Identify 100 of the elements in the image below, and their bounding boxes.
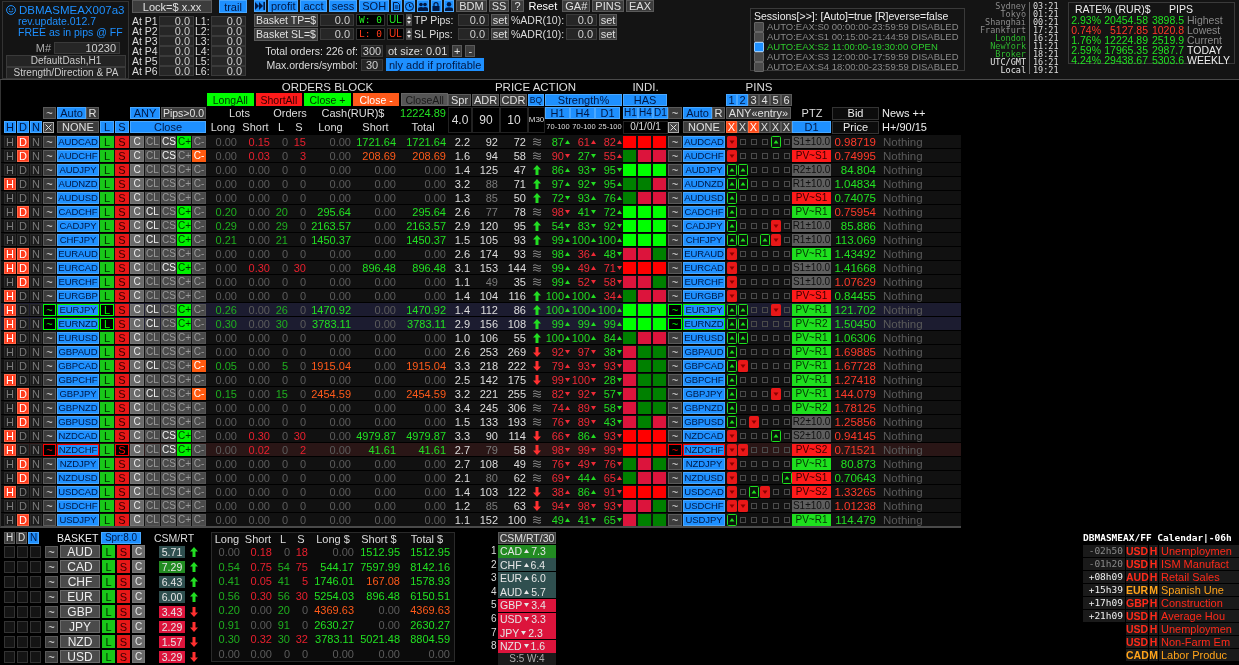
close-loss-button[interactable]: C- (192, 471, 206, 484)
chart-toggle[interactable]: ~ (43, 345, 56, 358)
close-loss-button[interactable]: C- (192, 275, 206, 288)
filter-toggle[interactable]: N (30, 429, 42, 442)
toolbar-button[interactable] (443, 0, 455, 12)
filter-toggle[interactable]: N (30, 401, 42, 414)
filter-toggle[interactable]: D (17, 373, 29, 386)
close-pair-button[interactable]: C (130, 275, 144, 288)
timeframe-button[interactable]: H4 (638, 107, 653, 119)
close-short-button[interactable]: CS (161, 303, 176, 316)
chart-toggle[interactable]: ~ (43, 149, 56, 162)
checkbox[interactable] (30, 590, 41, 603)
buy-button[interactable]: L (102, 605, 115, 618)
buy-button[interactable]: L (100, 485, 114, 498)
currency-button[interactable]: AUD (60, 545, 100, 558)
toolbar-button[interactable] (391, 0, 402, 12)
filter-toggle[interactable]: N (30, 345, 42, 358)
close-loss-button[interactable]: C- (192, 163, 206, 176)
chart-toggle[interactable]: ~ (668, 345, 682, 358)
max-orders-field[interactable]: 300 (361, 44, 383, 57)
close-loss-button[interactable]: C- (192, 345, 206, 358)
sell-button[interactable]: S (115, 443, 129, 456)
checkbox[interactable] (17, 545, 28, 558)
close-loss-button[interactable]: C- (192, 233, 206, 246)
close-loss-button[interactable]: C- (192, 415, 206, 428)
toolbar-button[interactable] (254, 0, 266, 12)
symbol-button[interactable]: USDJPY (57, 513, 99, 526)
filter-toggle[interactable]: D (17, 471, 29, 484)
checkbox[interactable] (4, 650, 15, 663)
close-short-button[interactable]: CS (161, 485, 176, 498)
close-short-button[interactable]: CS (161, 373, 176, 386)
close-short-button[interactable]: CS (161, 191, 176, 204)
sell-button[interactable]: S (115, 359, 129, 372)
close-loss-button[interactable]: C- (192, 219, 206, 232)
chart-toggle[interactable]: ~ (43, 401, 56, 414)
close-long-button[interactable]: CL (145, 275, 160, 288)
symbol-button[interactable]: EURGBP (683, 289, 725, 302)
session-checkbox[interactable] (754, 42, 764, 52)
close-loss-button[interactable]: C- (192, 261, 206, 274)
filter-toggle[interactable]: H (4, 499, 16, 512)
sell-button[interactable]: S (115, 233, 129, 246)
bulk-action-button[interactable]: Close + (304, 93, 351, 106)
set-button[interactable]: set (599, 14, 617, 26)
close-loss-button[interactable]: C- (192, 177, 206, 190)
increase-button[interactable]: + (452, 44, 463, 57)
filter-toggle[interactable]: H (4, 485, 16, 498)
close-profit-button[interactable]: C+ (177, 485, 191, 498)
symbol-button[interactable]: EURCAD (683, 261, 725, 274)
sell-button[interactable]: S (115, 485, 129, 498)
symbol-button[interactable]: AUDCAD (683, 135, 725, 148)
checkbox[interactable] (17, 575, 28, 588)
sell-button[interactable]: S (117, 650, 130, 663)
symbol-button[interactable]: USDCHF (57, 499, 99, 512)
filter-toggle[interactable]: H (4, 233, 16, 246)
close-long-button[interactable]: CL (145, 513, 160, 526)
close-profit-button[interactable]: C+ (177, 191, 191, 204)
checkbox[interactable] (30, 605, 41, 618)
close-profit-button[interactable]: C+ (177, 303, 191, 316)
close-pair-button[interactable]: C (130, 401, 144, 414)
close-pair-button[interactable]: C (130, 471, 144, 484)
bulk-action-button[interactable]: ShortAll (255, 93, 303, 106)
close-short-button[interactable]: CS (161, 443, 176, 456)
sell-button[interactable]: S (117, 635, 130, 648)
checkbox[interactable] (17, 620, 28, 633)
close-profit-button[interactable]: C+ (177, 163, 191, 176)
filter-toggle[interactable]: H (4, 513, 16, 526)
chart-toggle[interactable]: ~ (43, 135, 56, 148)
close-currency-button[interactable]: C (132, 650, 145, 663)
close-profit-button[interactable]: C+ (177, 387, 191, 400)
filter-toggle[interactable]: N (30, 149, 42, 162)
close-long-button[interactable]: CL (145, 415, 160, 428)
chart-toggle[interactable]: ~ (43, 219, 56, 232)
close-long-button[interactable]: CL (145, 499, 160, 512)
basket-target-button[interactable]: Basket TP=$ (254, 13, 318, 27)
chart-toggle[interactable]: ~ (45, 605, 58, 618)
checkbox[interactable] (17, 590, 28, 603)
close-pair-button[interactable]: C (130, 289, 144, 302)
symbol-button[interactable]: NZDCAD (683, 429, 725, 442)
basket-target-button[interactable]: Basket SL=$ (254, 27, 318, 41)
close-profit-button[interactable]: C+ (177, 205, 191, 218)
filter-toggle[interactable]: H (4, 261, 16, 274)
symbol-button[interactable]: CADCHF (57, 205, 99, 218)
filter-toggle[interactable]: N (30, 247, 42, 260)
buy-button[interactable]: L (100, 499, 114, 512)
chart-toggle[interactable]: ~ (45, 560, 58, 573)
chart-toggle[interactable]: ~ (43, 261, 56, 274)
symbol-button[interactable]: NZDCHF (683, 443, 725, 456)
filter-toggle[interactable]: D (17, 233, 29, 246)
buy-button[interactable]: L (100, 163, 114, 176)
close-short-button[interactable]: CS (161, 457, 176, 470)
filter-toggle[interactable]: N (30, 177, 42, 190)
symbol-button[interactable]: NZDUSD (57, 471, 99, 484)
currency-button[interactable]: GBP (60, 605, 100, 618)
filter-toggle[interactable]: H (4, 345, 16, 358)
symbol-button[interactable]: AUDCHF (57, 149, 99, 162)
sell-button[interactable]: S (115, 219, 129, 232)
filter-toggle[interactable]: D (17, 261, 29, 274)
filter-toggle[interactable]: D (17, 331, 29, 344)
filter-toggle[interactable]: N (30, 163, 42, 176)
close-loss-button[interactable]: C- (192, 429, 206, 442)
